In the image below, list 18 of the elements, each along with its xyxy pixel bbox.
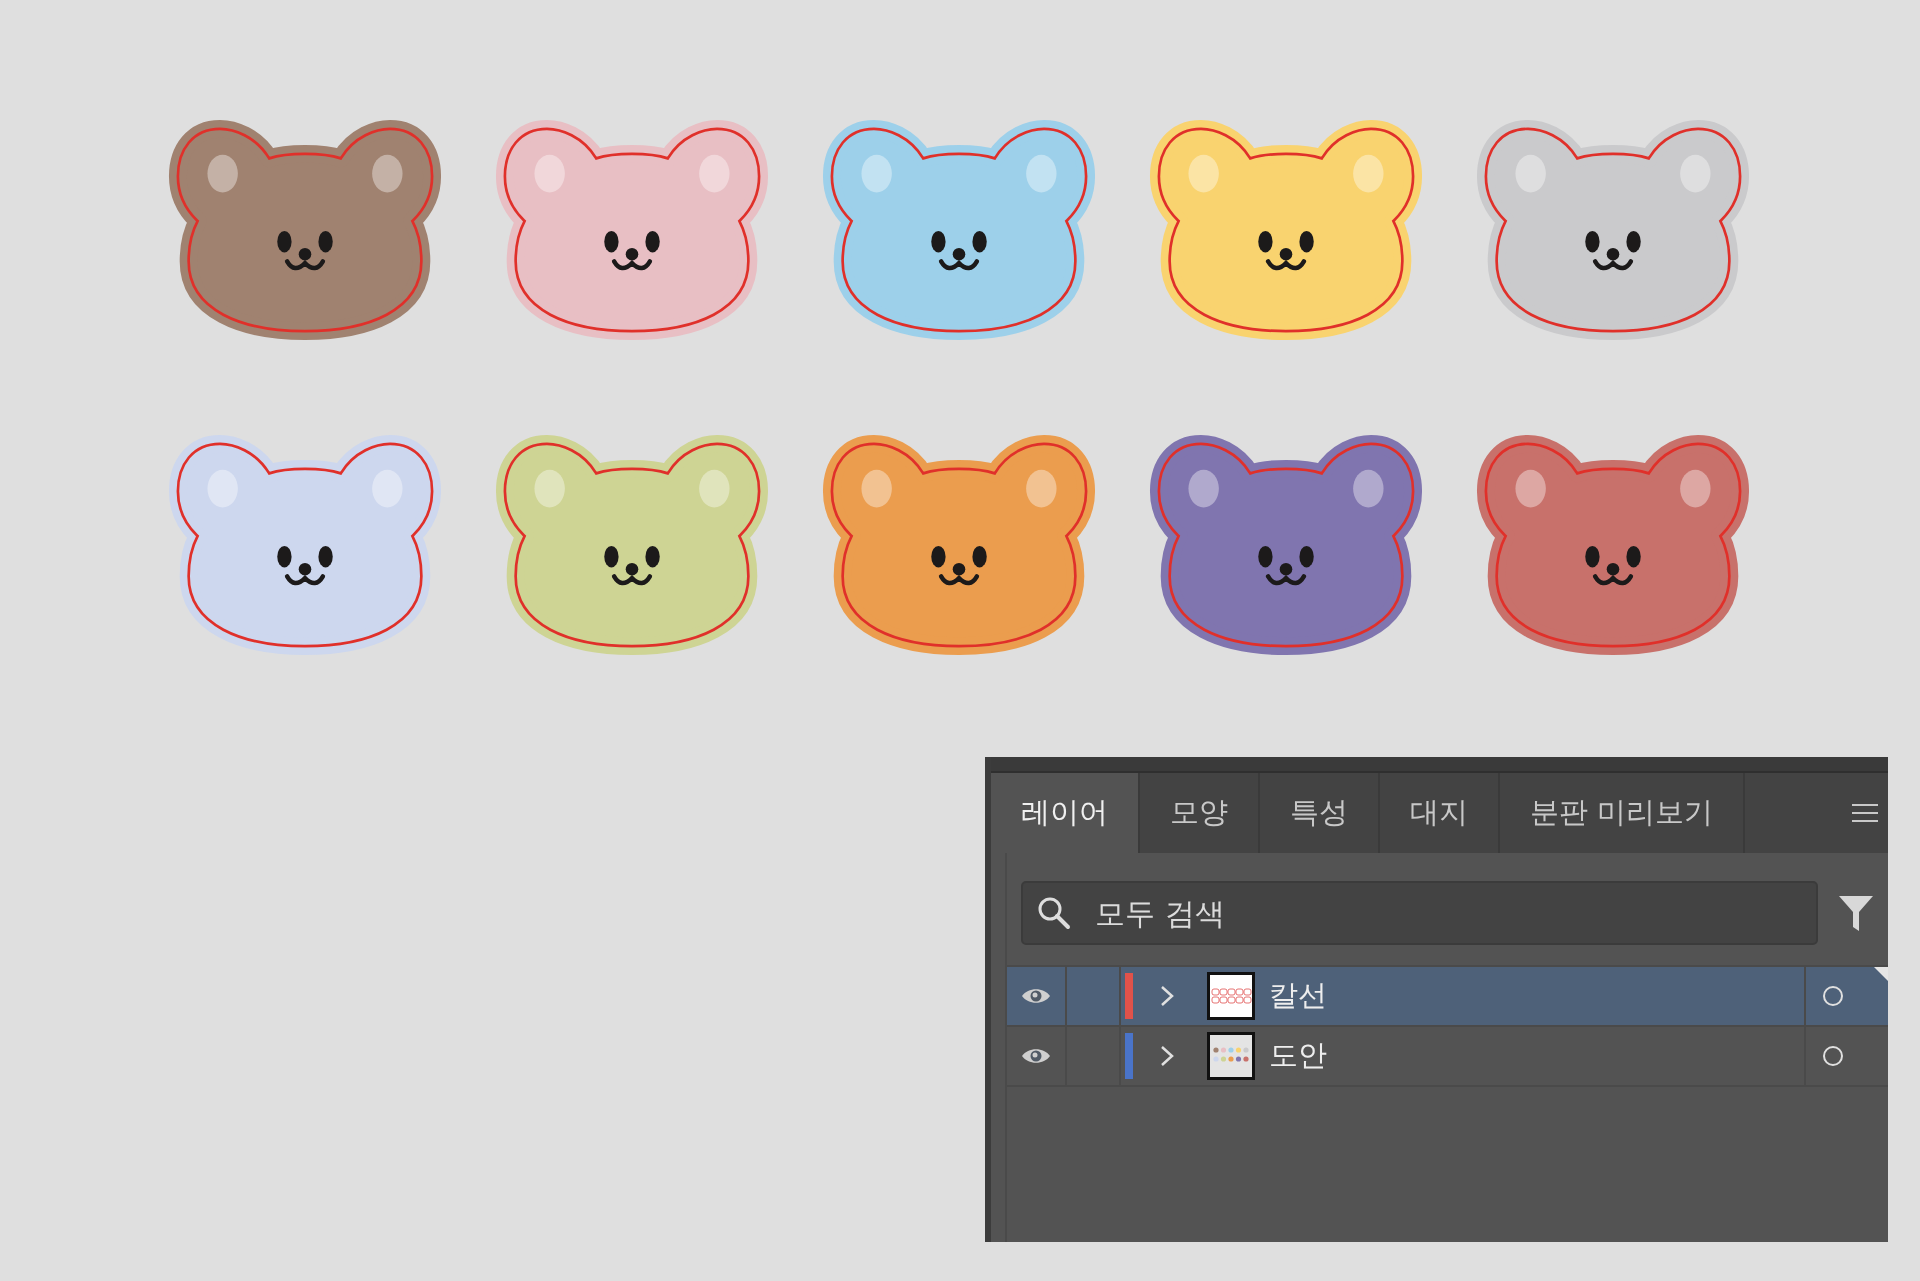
layer-thumbnail (1207, 1032, 1255, 1080)
eye-icon[interactable] (1021, 986, 1051, 1006)
layer-thumbnail (1207, 972, 1255, 1020)
search-icon (1037, 896, 1071, 930)
search-field[interactable]: 모두 검색 (1021, 881, 1818, 945)
panel-tab[interactable]: 레이어 (991, 773, 1140, 853)
layer-row[interactable]: 칼선 (1007, 967, 1888, 1027)
eye-icon[interactable] (1021, 1046, 1051, 1066)
layer-name: 도안 (1269, 1037, 1328, 1074)
target-circle-icon[interactable] (1822, 985, 1844, 1007)
selection-corner-icon (1874, 967, 1888, 981)
layer-row[interactable]: 도안 (1007, 1027, 1888, 1087)
filter-icon[interactable] (1838, 894, 1874, 932)
chevron-icon[interactable] (1159, 1045, 1175, 1067)
target-circle-icon[interactable] (1822, 1045, 1844, 1067)
layer-name: 칼선 (1269, 977, 1328, 1014)
chevron-icon[interactable] (1159, 985, 1175, 1007)
menu-icon[interactable] (1850, 802, 1880, 824)
